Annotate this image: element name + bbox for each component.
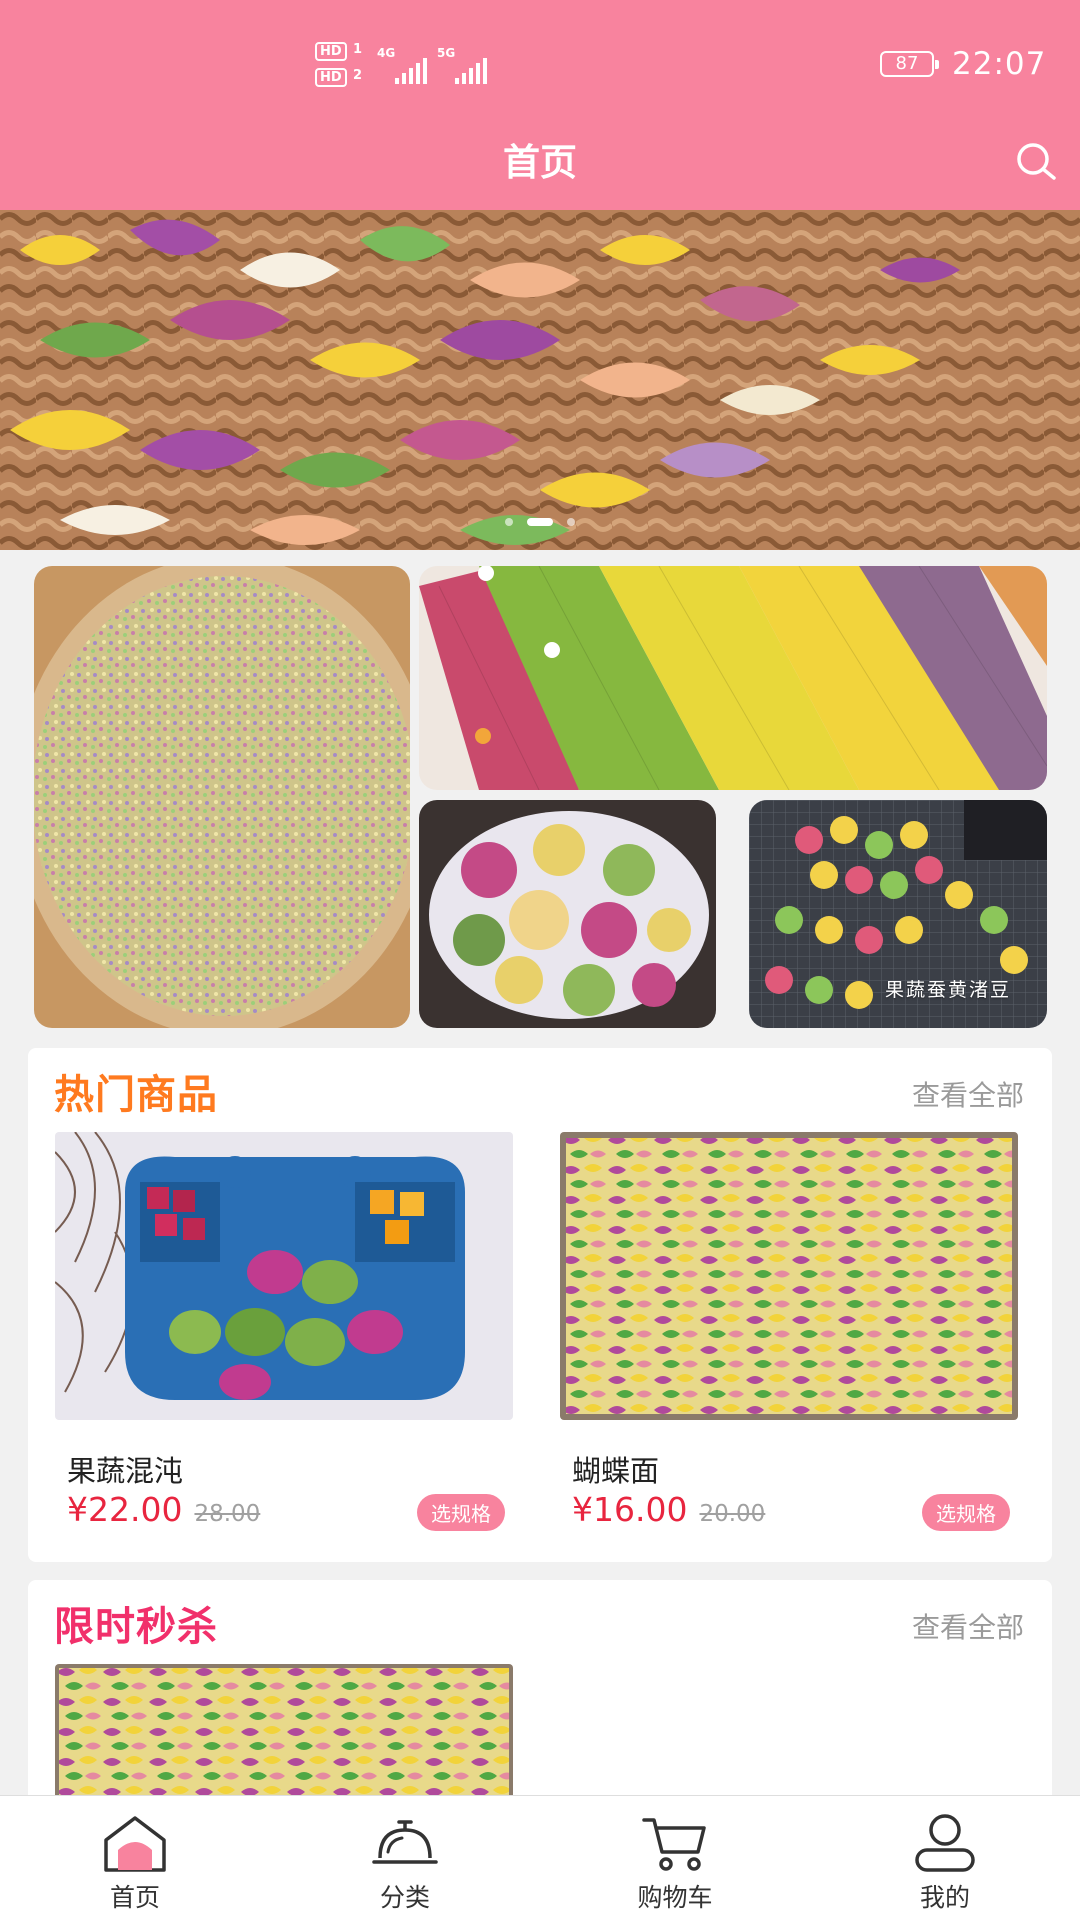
bottom-navigation: 首页 分类 购物车 我的 bbox=[0, 1795, 1080, 1921]
product-price: ¥16.00 bbox=[572, 1490, 688, 1529]
flash-sale-section: 限时秒杀 查看全部 bbox=[28, 1580, 1052, 1810]
sim2-number: 2 bbox=[353, 68, 363, 83]
nav-profile[interactable]: 我的 bbox=[810, 1796, 1080, 1921]
nav-cart[interactable]: 购物车 bbox=[540, 1796, 810, 1921]
original-price: 28.00 bbox=[194, 1501, 261, 1527]
battery-level: 87 bbox=[895, 53, 919, 74]
network-4g-label: 4G bbox=[377, 46, 396, 60]
section-title: 热门商品 bbox=[54, 1072, 218, 1118]
promo-image bbox=[419, 800, 716, 1028]
nav-label: 购物车 bbox=[637, 1883, 713, 1912]
search-icon bbox=[1017, 143, 1056, 180]
price-row: ¥16.00 20.00 bbox=[572, 1490, 765, 1529]
product-name: 蝴蝶面 bbox=[572, 1454, 660, 1488]
nav-label: 首页 bbox=[109, 1883, 160, 1912]
nav-label: 分类 bbox=[379, 1883, 430, 1912]
signal-bars-icon bbox=[455, 58, 487, 84]
promo-tile-rice[interactable] bbox=[34, 566, 410, 1028]
carousel-dot[interactable] bbox=[505, 518, 513, 526]
hd-badge-sim2: HD bbox=[315, 68, 347, 87]
banner-carousel[interactable] bbox=[0, 210, 1080, 550]
carousel-dot[interactable] bbox=[567, 518, 575, 526]
hd-badge-sim1: HD bbox=[315, 42, 347, 61]
sim1-number: 1 bbox=[353, 42, 363, 57]
product-card[interactable] bbox=[55, 1664, 513, 1804]
app-header: HD 1 HD 2 4G 5G 87 22:07 首页 bbox=[0, 0, 1080, 210]
hot-products-section: 热门商品 查看全部 果蔬混沌 ¥22.00 28.00 选规格 蝴蝶面 ¥16.… bbox=[28, 1048, 1052, 1562]
promo-tile-pasta-shells[interactable]: 果蔬蚕黄渚豆 bbox=[749, 800, 1047, 1028]
nav-category[interactable]: 分类 bbox=[270, 1796, 540, 1921]
cart-icon bbox=[642, 1818, 706, 1871]
page-title: 首页 bbox=[503, 141, 577, 184]
select-spec-button[interactable]: 选规格 bbox=[417, 1494, 505, 1531]
network-5g-label: 5G bbox=[437, 46, 456, 60]
view-all-link[interactable]: 查看全部 bbox=[912, 1074, 1024, 1114]
promo-caption: 果蔬蚕黄渚豆 bbox=[884, 979, 1011, 1001]
nav-label: 我的 bbox=[919, 1883, 970, 1912]
product-card[interactable]: 果蔬混沌 ¥22.00 28.00 选规格 bbox=[55, 1132, 513, 1552]
section-title: 限时秒杀 bbox=[54, 1604, 218, 1650]
service-bell-icon bbox=[372, 1820, 438, 1864]
product-name: 果蔬混沌 bbox=[67, 1454, 184, 1488]
select-spec-button[interactable]: 选规格 bbox=[922, 1494, 1010, 1531]
home-icon bbox=[104, 1816, 166, 1872]
carousel-dot-active[interactable] bbox=[527, 518, 553, 526]
status-time: 22:07 bbox=[952, 46, 1047, 82]
user-icon bbox=[915, 1814, 975, 1872]
product-card[interactable]: 蝴蝶面 ¥16.00 20.00 选规格 bbox=[560, 1132, 1018, 1552]
search-button[interactable] bbox=[1012, 138, 1060, 186]
signal-bars-icon bbox=[395, 58, 427, 84]
price-row: ¥22.00 28.00 bbox=[67, 1490, 260, 1529]
product-price: ¥22.00 bbox=[67, 1490, 183, 1529]
product-image bbox=[55, 1664, 513, 1804]
promo-tile-cookies[interactable] bbox=[419, 800, 716, 1028]
promo-tile-noodles[interactable] bbox=[419, 566, 1047, 790]
product-image bbox=[560, 1132, 1018, 1420]
battery-icon: 87 bbox=[880, 51, 939, 77]
signal-indicators: HD 1 HD 2 4G 5G bbox=[315, 38, 495, 92]
original-price: 20.00 bbox=[699, 1501, 766, 1527]
carousel-indicators bbox=[0, 518, 1080, 526]
view-all-link[interactable]: 查看全部 bbox=[912, 1606, 1024, 1646]
nav-home[interactable]: 首页 bbox=[0, 1796, 270, 1921]
status-bar: HD 1 HD 2 4G 5G 87 22:07 bbox=[0, 0, 1080, 130]
promo-image bbox=[34, 566, 410, 1028]
banner-image bbox=[0, 210, 1080, 550]
promo-image bbox=[419, 566, 1047, 790]
product-image bbox=[55, 1132, 513, 1420]
